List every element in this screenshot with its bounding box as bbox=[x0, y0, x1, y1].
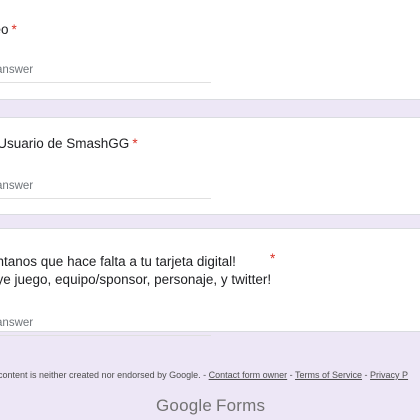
question-card-email: reo* bbox=[0, 0, 420, 100]
google-forms-logo[interactable]: Google Forms bbox=[156, 396, 265, 416]
logo-forms-text: Forms bbox=[216, 396, 266, 415]
question-card-digital-card: éntanos que hace falta a tu tarjeta digi… bbox=[0, 228, 420, 336]
question-title-text: reo bbox=[0, 22, 9, 37]
privacy-policy-link[interactable]: Privacy P bbox=[370, 370, 408, 380]
required-asterisk: * bbox=[11, 22, 17, 37]
separator: - bbox=[362, 370, 371, 380]
contact-form-owner-link[interactable]: Contact form owner bbox=[209, 370, 288, 380]
footer-disclaimer: content is neither created nor endorsed … bbox=[0, 370, 408, 380]
question-title: éntanos que hace falta a tu tarjeta digi… bbox=[0, 251, 276, 272]
answer-input[interactable] bbox=[0, 317, 211, 329]
answer-field[interactable] bbox=[0, 64, 211, 83]
required-asterisk: * bbox=[269, 251, 276, 266]
question-description: uye juego, equipo/sponsor, personaje, y … bbox=[0, 272, 272, 287]
answer-input[interactable] bbox=[0, 180, 211, 192]
separator: - bbox=[287, 370, 296, 380]
question-title: - Usuario de SmashGG * bbox=[0, 134, 138, 154]
logo-google-text: Google bbox=[156, 396, 213, 415]
answer-field[interactable] bbox=[0, 317, 211, 336]
question-title: reo* bbox=[0, 20, 17, 40]
question-title-text: éntanos que hace falta a tu tarjeta digi… bbox=[0, 254, 236, 269]
disclaimer-text: content is neither created nor endorsed … bbox=[0, 370, 209, 380]
answer-field[interactable] bbox=[0, 180, 211, 199]
answer-input[interactable] bbox=[0, 64, 211, 76]
question-card-smashgg: - Usuario de SmashGG * bbox=[0, 117, 420, 215]
required-asterisk: * bbox=[132, 136, 138, 151]
question-title-text: - Usuario de SmashGG bbox=[0, 136, 130, 151]
terms-of-service-link[interactable]: Terms of Service bbox=[295, 370, 362, 380]
